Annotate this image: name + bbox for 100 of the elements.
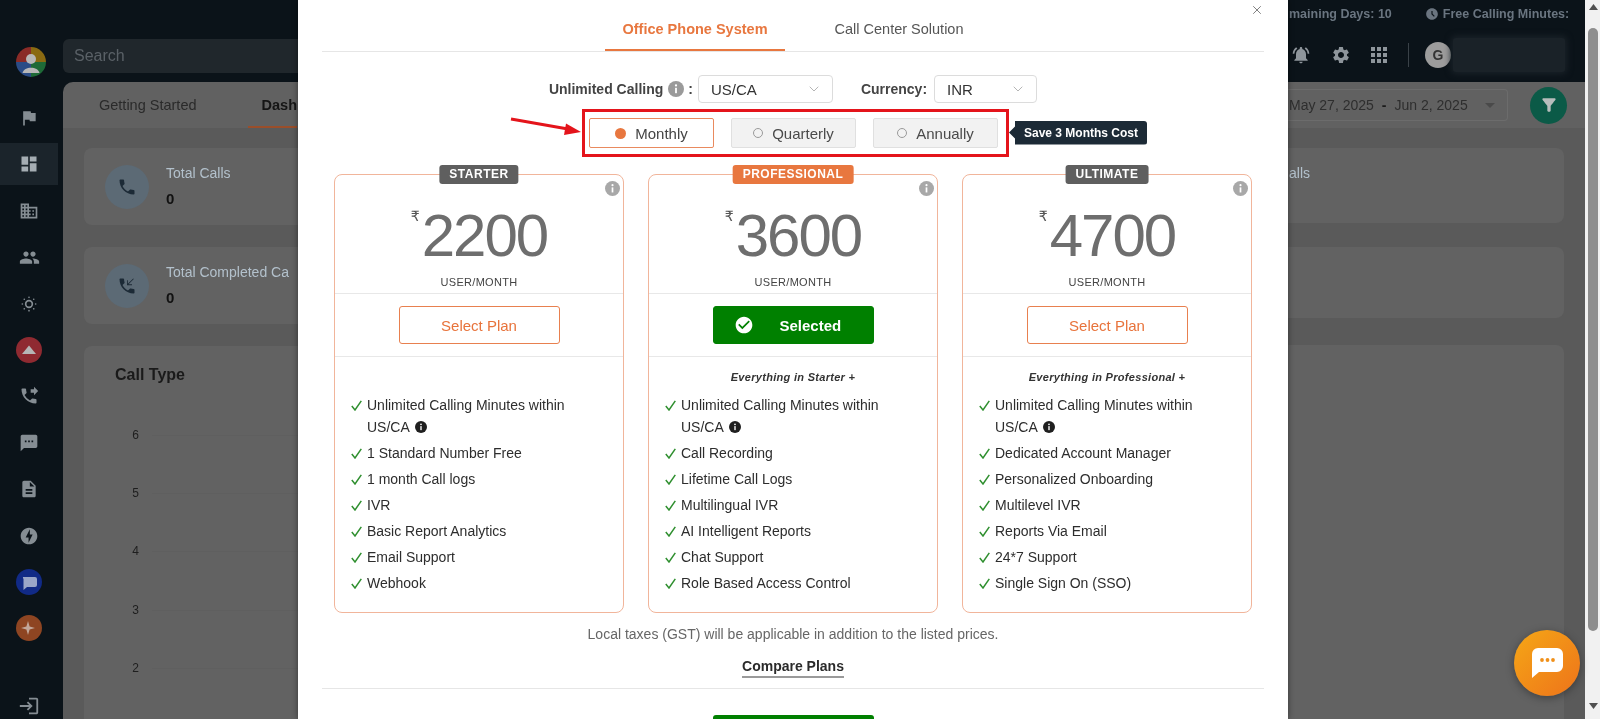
- billing-period-option[interactable]: Monthly: [589, 118, 714, 148]
- annotation-arrow: [510, 116, 582, 136]
- logo-icon[interactable]: [16, 47, 46, 77]
- document-icon: [19, 479, 39, 500]
- check-icon: [351, 399, 362, 411]
- feature-text: 1 month Call logs: [367, 470, 476, 487]
- check-icon: [351, 447, 362, 459]
- scrollbar[interactable]: [1585, 0, 1600, 719]
- feature-text: Lifetime Call Logs: [681, 470, 793, 487]
- feature-text: Multilingual IVR: [681, 496, 779, 513]
- currency-symbol: ₹: [724, 208, 734, 224]
- sidebar-item[interactable]: [0, 143, 58, 186]
- info-icon: [668, 81, 685, 97]
- check-icon: [665, 577, 676, 589]
- feature-text: Personalized Onboarding: [995, 470, 1153, 487]
- info-icon: [605, 181, 620, 196]
- search-field[interactable]: Search: [63, 39, 298, 73]
- check-icon: [979, 473, 990, 485]
- axis-label: 3: [131, 602, 139, 617]
- billing-period-option[interactable]: Annually: [873, 118, 998, 148]
- currency-symbol: ₹: [1038, 208, 1048, 224]
- price: 2200: [421, 206, 548, 265]
- check-icon: [665, 551, 676, 563]
- currency-select[interactable]: INR: [934, 75, 1038, 103]
- feature-text: Role Based Access Control: [681, 574, 851, 591]
- axis-label: 5: [131, 486, 139, 500]
- feature-text: Multilevel IVR: [995, 496, 1081, 513]
- axis-label: 4: [131, 544, 139, 559]
- info-icon: [1233, 181, 1248, 196]
- feature-text: Unlimited Calling Minutes within US/CA: [681, 396, 879, 435]
- chat-bubble-icon: [1530, 647, 1564, 679]
- feature-text: Single Sign On (SSO): [995, 574, 1132, 591]
- check-icon: [979, 525, 990, 537]
- chat-icon: [19, 432, 39, 453]
- product-tab[interactable]: Call Center Solution: [817, 0, 981, 51]
- plan-intro: Everything in Professional +: [1028, 369, 1186, 384]
- stat-value: 0: [166, 189, 176, 209]
- check-icon: [665, 499, 676, 511]
- chat-disc-icon: [16, 568, 42, 595]
- feature-text: Call Recording: [681, 444, 773, 461]
- dashboard-icon: [19, 154, 39, 175]
- tooltip: Save 3 Months Cost: [1009, 120, 1148, 145]
- tax-note: Local taxes (GST) will be applicable in addition to the listed prices.: [587, 624, 999, 643]
- scroll-up-icon[interactable]: [1589, 4, 1598, 10]
- check-icon: [351, 473, 362, 485]
- label-colon: :: [688, 81, 693, 97]
- plan-button[interactable]: Selected: [712, 306, 874, 344]
- plan-intro: Everything in Starter +: [730, 369, 856, 384]
- plan-button[interactable]: Select Plan: [398, 306, 560, 344]
- price-period: USER/MONTH: [754, 275, 832, 289]
- logout-icon[interactable]: [18, 695, 40, 717]
- region-select[interactable]: US/CA: [697, 75, 833, 103]
- stat-label: alls: [1289, 164, 1310, 182]
- phone-icon: [105, 263, 149, 308]
- chart-title: Call Type: [115, 366, 186, 384]
- check-icon: [979, 577, 990, 589]
- billing-period-option[interactable]: Quarterly: [731, 118, 856, 148]
- feature-text: AI Intelligent Reports: [681, 522, 811, 539]
- price: 3600: [735, 206, 862, 265]
- check-icon: [351, 499, 362, 511]
- bell-icon[interactable]: [1291, 45, 1311, 65]
- check-icon: [351, 577, 362, 589]
- check-icon: [351, 551, 362, 563]
- product-tab[interactable]: Office Phone System: [605, 0, 785, 51]
- stat-label: Total Calls: [166, 164, 231, 182]
- stat-value: 0: [166, 288, 176, 308]
- radio-icon: [615, 127, 627, 139]
- feature-text: Unlimited Calling Minutes within US/CA: [367, 396, 565, 435]
- check-icon: [665, 447, 676, 459]
- plan-badge: PROFESSIONAL: [732, 165, 854, 184]
- feature-text: Unlimited Calling Minutes within US/CA: [995, 396, 1193, 435]
- feature-text: Basic Report Analytics: [367, 522, 507, 539]
- clock-icon: [1424, 7, 1439, 21]
- stat-label: Total Completed Ca: [166, 263, 289, 281]
- feature-text: Reports Via Email: [995, 522, 1107, 539]
- bolt-icon: [19, 525, 39, 546]
- price: 4700: [1049, 206, 1176, 265]
- phone-icon: [105, 164, 149, 209]
- sparkle-disc-icon: [16, 615, 42, 642]
- action-button[interactable]: [712, 714, 874, 719]
- check-icon: [979, 499, 990, 511]
- settings-icon[interactable]: [1331, 45, 1351, 65]
- check-icon: [665, 473, 676, 485]
- avatar[interactable]: G: [1425, 42, 1451, 68]
- plan-button[interactable]: Select Plan: [1026, 306, 1188, 344]
- filter-button[interactable]: [1530, 86, 1567, 124]
- close-icon[interactable]: [1250, 3, 1264, 17]
- remaining-days-text: maining Days: 10: [1289, 7, 1392, 21]
- plan-badge: STARTER: [439, 165, 519, 184]
- feature-text: Email Support: [367, 548, 455, 565]
- info-icon: [919, 181, 934, 196]
- plan-badge: ULTIMATE: [1065, 165, 1149, 184]
- free-minutes-text: Free Calling Minutes:: [1442, 7, 1570, 21]
- axis-label: 6: [131, 427, 139, 442]
- compare-plans-link[interactable]: Compare Plans: [742, 656, 844, 678]
- scroll-down-icon[interactable]: [1589, 703, 1598, 709]
- check-icon: [665, 525, 676, 537]
- price-period: USER/MONTH: [1068, 275, 1146, 289]
- scrollbar-thumb[interactable]: [1588, 28, 1598, 631]
- feature-text: Webhook: [367, 574, 426, 591]
